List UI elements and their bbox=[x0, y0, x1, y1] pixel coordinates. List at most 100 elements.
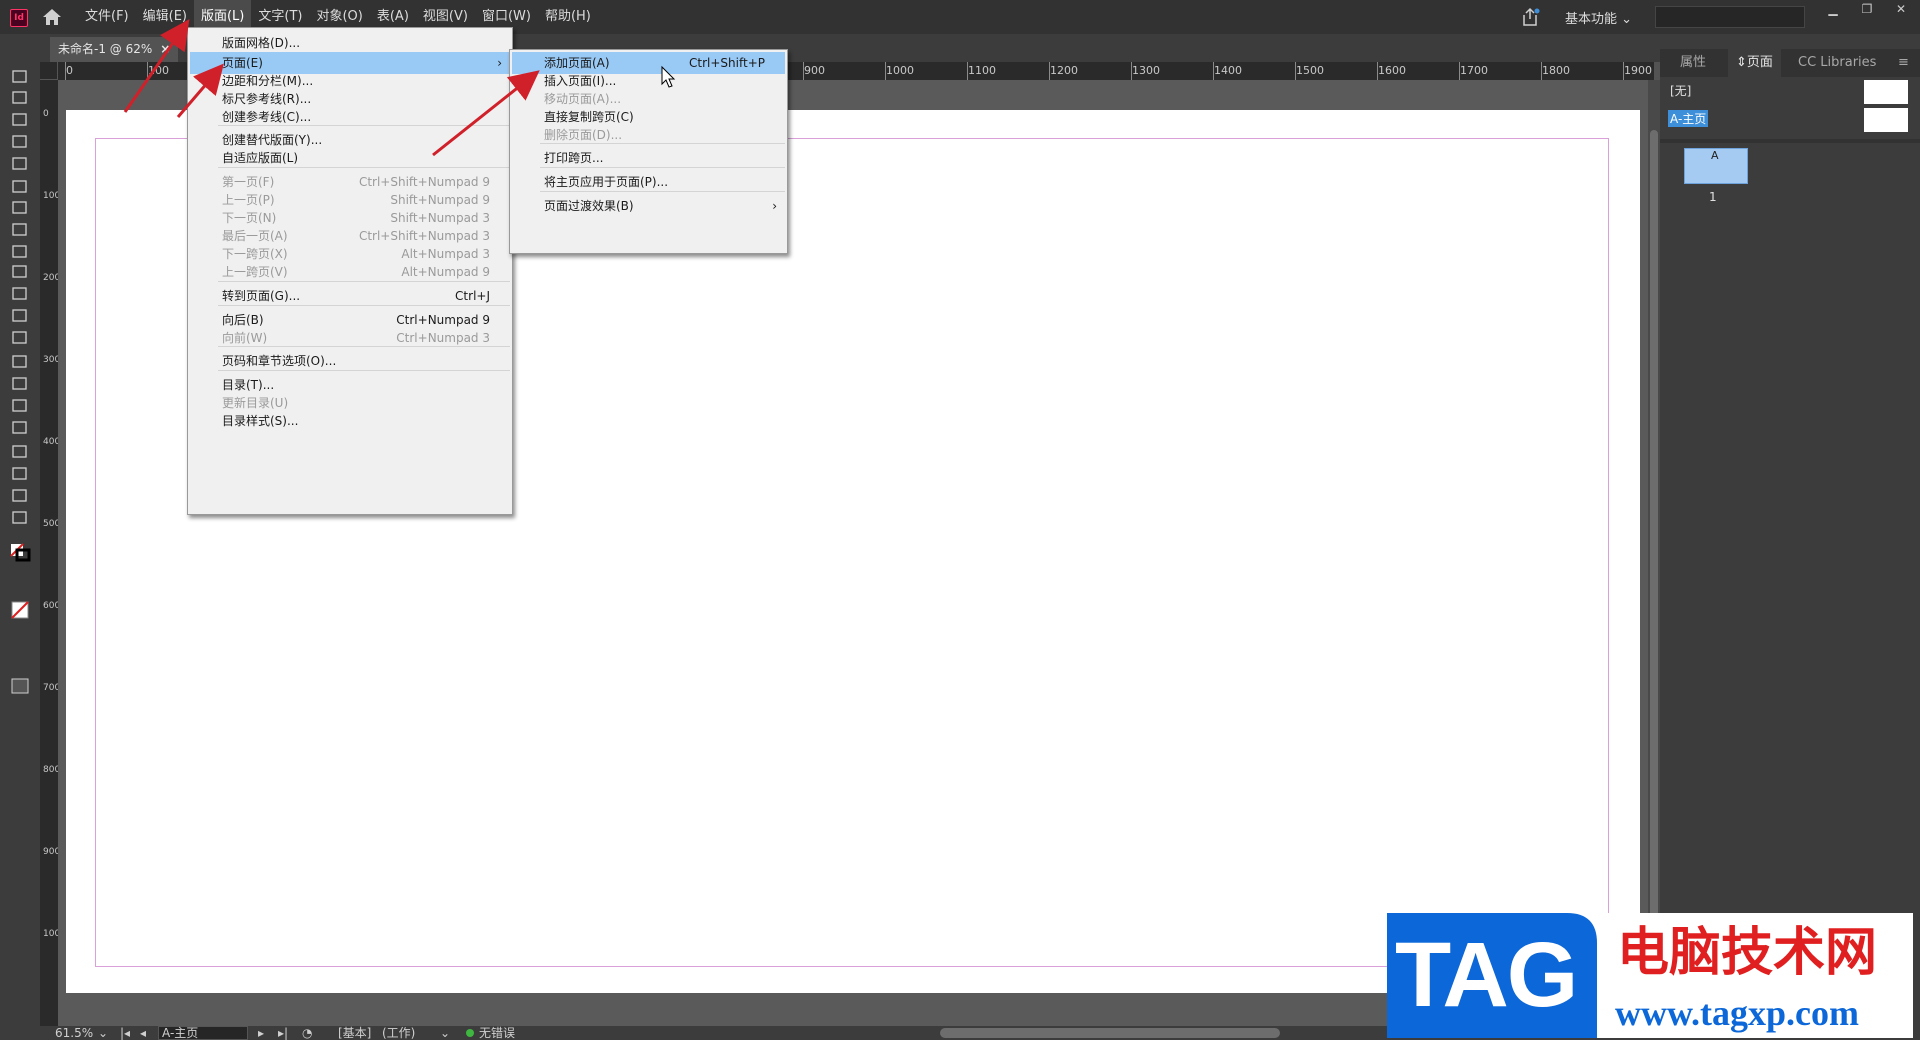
next-page-icon[interactable]: ▸ bbox=[258, 1026, 264, 1040]
master-a[interactable]: A-主页 bbox=[1668, 108, 1908, 132]
master-a-label: A-主页 bbox=[1668, 110, 1709, 127]
ruler-tick-label: 1800 bbox=[1542, 64, 1570, 77]
chevron-down-icon: ⌄ bbox=[1621, 12, 1633, 27]
menu-item-label: 自适应版面(L) bbox=[222, 151, 299, 165]
first-page-icon[interactable]: |◂ bbox=[120, 1026, 130, 1040]
scroll-thumb[interactable] bbox=[1650, 130, 1658, 980]
layout-menu-item[interactable]: 上一跨页(V) Alt+Numpad 9 bbox=[190, 261, 510, 283]
layout-menu-item[interactable]: 页码和章节选项(O)... bbox=[190, 350, 510, 372]
restore-icon[interactable]: ❐ bbox=[1852, 2, 1882, 18]
table-tool-icon[interactable] bbox=[9, 306, 31, 326]
close-tab-icon[interactable]: × bbox=[160, 42, 170, 56]
search-input[interactable] bbox=[1655, 6, 1805, 28]
content-collector-icon[interactable] bbox=[9, 154, 31, 174]
panel-tabs: 属性 ⇕页面 CC Libraries ≡ bbox=[1660, 49, 1920, 77]
preflight-profile-state: (工作) bbox=[382, 1026, 416, 1040]
workspace-label: 基本功能 bbox=[1565, 12, 1618, 27]
chevron-down-icon[interactable]: ⌄ bbox=[440, 1026, 450, 1040]
ruler-tick-label: 300 bbox=[43, 355, 58, 365]
eyedropper-tool-icon[interactable] bbox=[9, 464, 31, 484]
page-tool-icon[interactable] bbox=[9, 110, 31, 130]
gradient-tool-icon[interactable] bbox=[9, 396, 31, 416]
panel-toggle-icon: ⇕ bbox=[1736, 55, 1747, 70]
apply-none-icon[interactable] bbox=[9, 600, 31, 620]
page-select[interactable]: A-主页 bbox=[158, 1026, 248, 1040]
screen-mode-icon[interactable] bbox=[9, 676, 31, 696]
preflight-status[interactable]: 无错误 bbox=[466, 1026, 515, 1040]
panel-divider[interactable] bbox=[1660, 139, 1920, 143]
submenu-arrow-icon: › bbox=[772, 199, 777, 213]
menu-separator bbox=[218, 125, 510, 126]
pages-submenu-item[interactable]: 将主页应用于页面(P)... bbox=[512, 171, 785, 193]
watermark-tag-text: TAG bbox=[1395, 924, 1578, 1026]
ruler-tick-label: 900 bbox=[43, 847, 58, 857]
type-tool-icon[interactable] bbox=[9, 177, 31, 197]
menu-separator bbox=[218, 167, 510, 168]
open-page-icon[interactable]: ◔ bbox=[302, 1026, 312, 1040]
master-none[interactable]: [无] bbox=[1668, 80, 1908, 104]
workspace-switcher[interactable]: 基本功能 ⌄ bbox=[1565, 8, 1632, 27]
ellipse-tool-icon[interactable] bbox=[9, 284, 31, 304]
direct-selection-tool-icon[interactable] bbox=[9, 88, 31, 108]
gradient-feather-tool-icon[interactable] bbox=[9, 418, 31, 438]
ruler-tick-label: 1300 bbox=[1132, 64, 1160, 77]
tab-properties[interactable]: 属性 bbox=[1680, 49, 1706, 77]
ruler-tick-label: 1100 bbox=[968, 64, 996, 77]
prev-page-icon[interactable]: ◂ bbox=[140, 1026, 146, 1040]
hand-tool-icon[interactable] bbox=[9, 486, 31, 506]
share-icon[interactable] bbox=[1520, 7, 1540, 27]
page-thumb-master-label: A bbox=[1711, 149, 1719, 162]
vertical-ruler[interactable]: 0 100 200 300 400 500 600 700 800 900 1000 bbox=[40, 62, 58, 1026]
panel-menu-icon[interactable]: ≡ bbox=[1898, 49, 1909, 77]
gap-tool-icon[interactable] bbox=[9, 132, 31, 152]
horizontal-scroll-thumb[interactable] bbox=[940, 1028, 1280, 1038]
menu-item-label: 上一跨页(V) bbox=[222, 265, 288, 279]
zoom-tool-icon[interactable] bbox=[9, 508, 31, 528]
tab-pages[interactable]: ⇕页面 bbox=[1728, 49, 1781, 77]
ruler-tick-label: 1000 bbox=[43, 929, 58, 939]
pages-submenu-item[interactable]: 打印跨页... bbox=[512, 147, 785, 169]
home-icon[interactable] bbox=[42, 8, 62, 26]
selection-tool-icon[interactable] bbox=[9, 67, 31, 87]
menu-separator bbox=[218, 346, 510, 347]
tab-cc-libraries[interactable]: CC Libraries bbox=[1788, 49, 1886, 77]
ruler-tick bbox=[1213, 62, 1214, 80]
ruler-tick-label: 1400 bbox=[1214, 64, 1242, 77]
tools-panel bbox=[0, 34, 40, 1026]
document-tab[interactable]: 未命名-1 @ 62% × bbox=[50, 37, 179, 62]
view-mode-icon[interactable] bbox=[9, 650, 31, 670]
ruler-origin[interactable] bbox=[40, 62, 58, 80]
ruler-tick bbox=[967, 62, 968, 80]
ruler-tick-label: 0 bbox=[66, 64, 73, 77]
menu-1[interactable]: 编辑(E) bbox=[136, 0, 194, 34]
preflight-profile[interactable]: [基本] bbox=[338, 1026, 371, 1040]
line-tool-icon[interactable] bbox=[9, 198, 31, 218]
ruler-tick-label: 100 bbox=[43, 191, 58, 201]
last-page-icon[interactable]: ▸| bbox=[278, 1026, 288, 1040]
ruler-tick-label: 1700 bbox=[1460, 64, 1488, 77]
pen-tool-icon[interactable] bbox=[9, 220, 31, 240]
vertical-scrollbar[interactable] bbox=[1648, 80, 1660, 1026]
ruler-tick-label: 900 bbox=[804, 64, 825, 77]
pencil-tool-icon[interactable] bbox=[9, 242, 31, 262]
fill-stroke-swatch-icon[interactable] bbox=[9, 542, 31, 562]
scissors-tool-icon[interactable] bbox=[9, 352, 31, 372]
pages-submenu-item[interactable]: 页面过渡效果(B) › bbox=[512, 195, 785, 217]
free-transform-tool-icon[interactable] bbox=[9, 374, 31, 394]
ruler-tick-label: 700 bbox=[43, 683, 58, 693]
zoom-level[interactable]: 61.5% bbox=[55, 1026, 93, 1040]
layout-menu-item[interactable]: 版面网格(D)... bbox=[190, 32, 510, 54]
close-icon[interactable]: ✕ bbox=[1886, 2, 1916, 18]
menu-0[interactable]: 文件(F) bbox=[78, 0, 136, 34]
layout-menu-item[interactable]: 自适应版面(L) bbox=[190, 147, 510, 169]
layout-menu-item[interactable]: 目录样式(S)... bbox=[190, 410, 510, 432]
layout-menu-item[interactable]: 转到页面(G)... Ctrl+J bbox=[190, 285, 510, 307]
note-tool-icon[interactable] bbox=[9, 442, 31, 462]
ruler-tick bbox=[1623, 62, 1624, 80]
rectangle-frame-tool-icon[interactable] bbox=[9, 262, 31, 282]
ruler-tick-label: 600 bbox=[43, 601, 58, 611]
minimize-icon[interactable]: ▁ bbox=[1818, 2, 1848, 18]
column-tool-icon[interactable] bbox=[9, 328, 31, 348]
chevron-down-icon[interactable]: ⌄ bbox=[98, 1026, 108, 1040]
menu-8[interactable]: 帮助(H) bbox=[538, 0, 598, 34]
